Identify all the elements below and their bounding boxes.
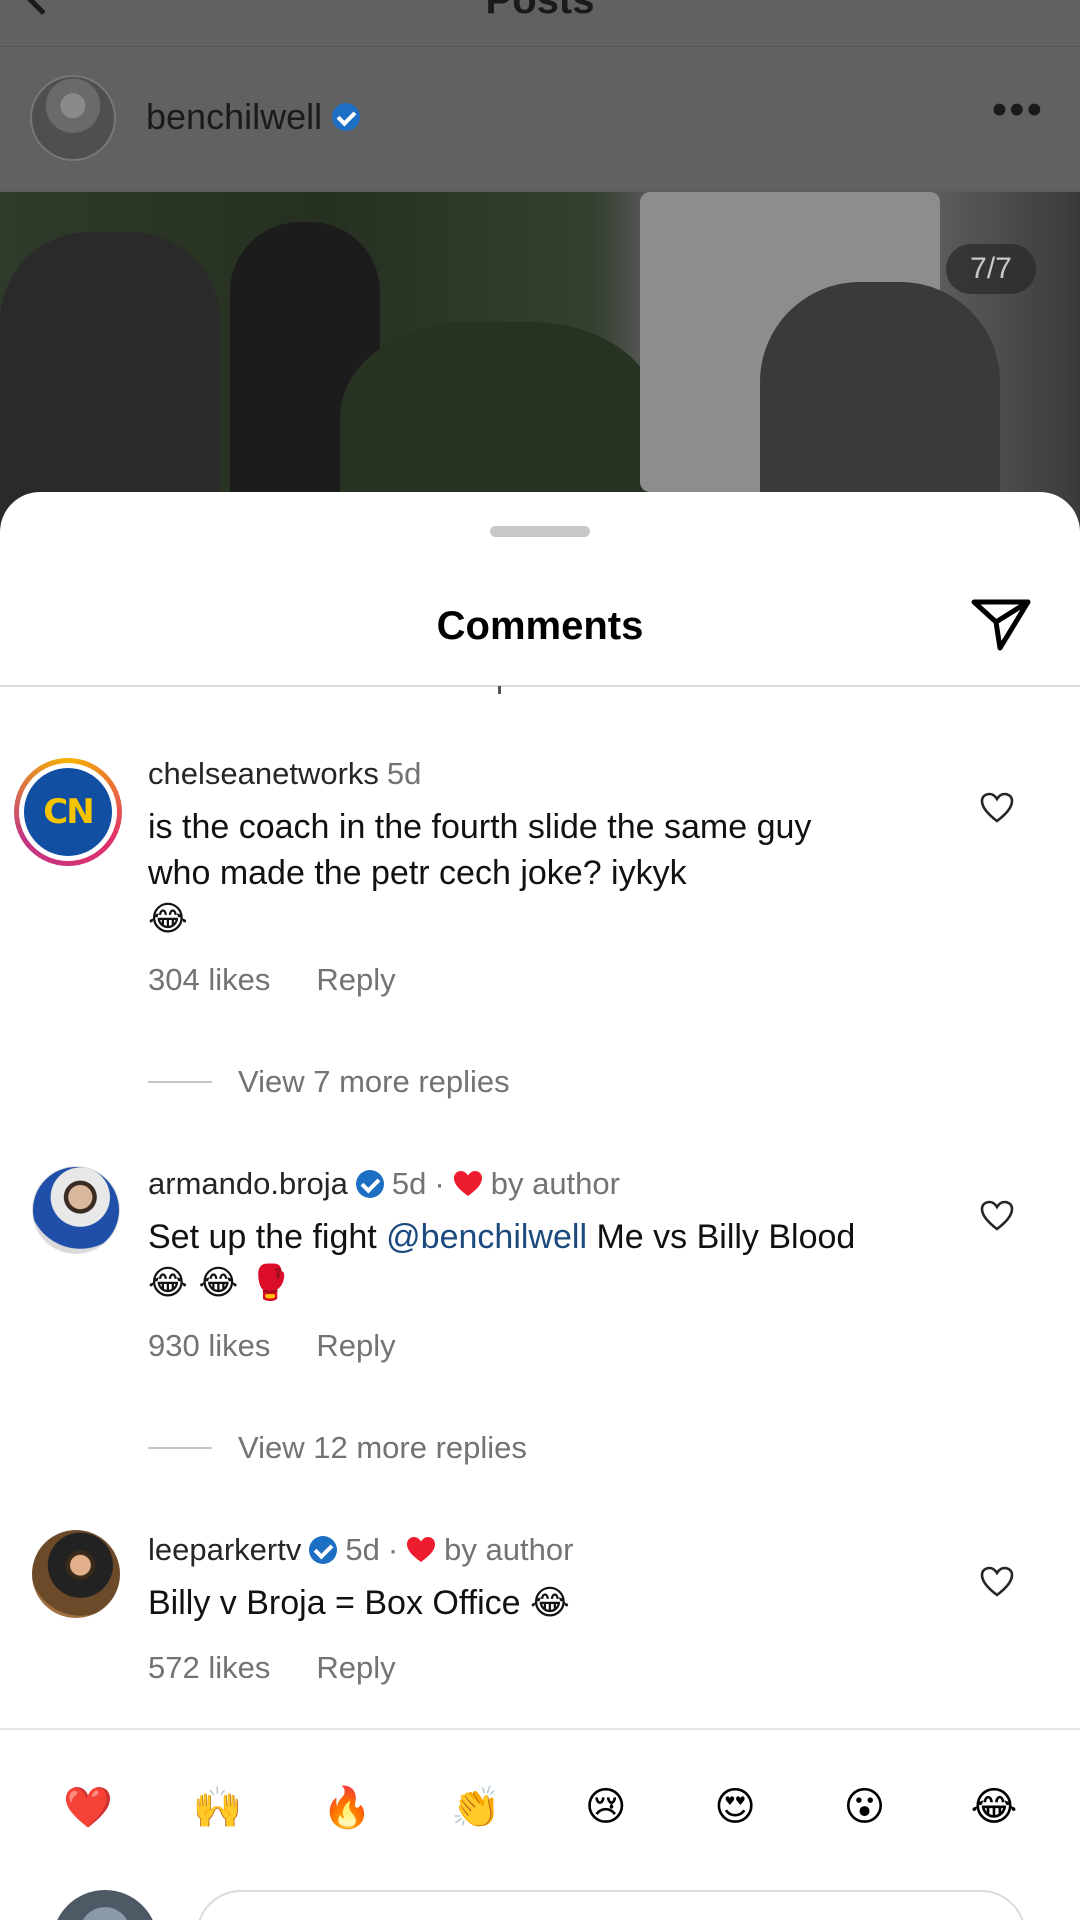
like-heart-icon[interactable] <box>980 1200 1014 1232</box>
likes-count[interactable]: 572 likes <box>148 1650 270 1686</box>
by-author-label: by author <box>444 1532 574 1567</box>
view-replies-button[interactable]: View 12 more replies <box>148 1430 527 1466</box>
post-author-avatar[interactable] <box>30 75 116 161</box>
comment-text: Billy v Broja = Box Office 😂 <box>148 1583 570 1623</box>
likes-count[interactable]: 304 likes <box>148 962 270 998</box>
replies-line <box>148 1447 212 1449</box>
separator-dot: · <box>387 1532 399 1567</box>
reaction-raised-hands-icon[interactable]: 🙌 <box>185 1775 249 1839</box>
mention-link[interactable]: @benchilwell <box>386 1218 587 1256</box>
reaction-crying-icon[interactable]: 😢 <box>574 1775 638 1839</box>
quick-reactions-bar: ❤️ 🙌 🔥 👏 😢 😍 😮 😂 <box>56 1775 1026 1839</box>
author-liked-heart-icon <box>407 1537 436 1562</box>
reaction-laughing-icon[interactable]: 😂 <box>962 1775 1026 1839</box>
commenter-avatar[interactable]: CN <box>14 758 122 866</box>
comment-header: armando.broja 5d · by author <box>148 1166 620 1202</box>
like-heart-icon[interactable] <box>980 1566 1014 1598</box>
likes-count[interactable]: 930 likes <box>148 1328 270 1364</box>
scroll-indicator <box>498 686 501 694</box>
verified-badge-icon <box>309 1536 338 1564</box>
page-title: Posts <box>485 0 595 22</box>
comment-emojis: 😂 😂 🥊 <box>148 1263 292 1303</box>
post-header <box>0 0 1080 190</box>
sheet-divider <box>0 685 1080 687</box>
more-options-icon[interactable]: ••• <box>992 88 1044 132</box>
reaction-clap-icon[interactable]: 👏 <box>444 1775 508 1839</box>
reaction-heart-eyes-icon[interactable]: 😍 <box>703 1775 767 1839</box>
sheet-drag-handle[interactable] <box>490 526 590 537</box>
separator-dot: · <box>434 1166 445 1201</box>
share-icon[interactable] <box>970 596 1032 652</box>
reaction-heart-icon[interactable]: ❤️ <box>56 1775 120 1839</box>
comment-meta: 304 likes Reply <box>148 962 396 998</box>
commenter-avatar[interactable] <box>32 1166 120 1254</box>
replies-line <box>148 1081 212 1083</box>
comment-time: 5d <box>391 1166 427 1201</box>
cn-logo-icon: CN <box>43 792 94 832</box>
emoji-laughing: 😂 <box>148 899 188 939</box>
comment-input[interactable] <box>196 1890 1026 1920</box>
comments-sheet: Comments <box>0 492 1080 1920</box>
verified-badge-icon <box>355 1170 384 1198</box>
header-divider <box>0 46 1080 47</box>
post-background: Posts benchilwell ••• 7/7 <box>0 0 1080 560</box>
comment-header: chelseanetworks 5d <box>148 756 421 792</box>
comment-username[interactable]: armando.broja <box>148 1166 348 1202</box>
comment-time: 5d <box>386 756 422 791</box>
reply-button[interactable]: Reply <box>316 962 395 998</box>
like-heart-icon[interactable] <box>980 792 1014 824</box>
commenter-avatar[interactable] <box>32 1530 120 1618</box>
comment-username[interactable]: leeparkertv <box>148 1532 301 1568</box>
verified-badge-icon <box>332 103 361 131</box>
view-replies-label[interactable]: View 12 more replies <box>238 1430 527 1466</box>
view-replies-label[interactable]: View 7 more replies <box>238 1064 510 1100</box>
sheet-title: Comments <box>436 604 644 648</box>
comment-username[interactable]: chelseanetworks <box>148 756 379 792</box>
emoji-laughing: 😂 <box>530 1583 570 1623</box>
reaction-fire-icon[interactable]: 🔥 <box>315 1775 379 1839</box>
reactions-divider <box>0 1728 1080 1730</box>
comment-header: leeparkertv 5d · by author <box>148 1532 573 1568</box>
reaction-surprised-icon[interactable]: 😮 <box>833 1775 897 1839</box>
post-author[interactable]: benchilwell <box>146 96 361 138</box>
comment-text: is the coach in the fourth slide the sam… <box>148 808 812 939</box>
post-author-username[interactable]: benchilwell <box>146 96 322 138</box>
reply-button[interactable]: Reply <box>316 1650 395 1686</box>
comment-meta: 930 likes Reply <box>148 1328 396 1364</box>
reply-button[interactable]: Reply <box>316 1328 395 1364</box>
author-liked-heart-icon <box>453 1171 482 1196</box>
comment-text: Set up the fight @benchilwell Me vs Bill… <box>148 1218 856 1303</box>
view-replies-button[interactable]: View 7 more replies <box>148 1064 510 1100</box>
comment-time: 5d <box>345 1532 380 1567</box>
comment-meta: 572 likes Reply <box>148 1650 396 1686</box>
by-author-label: by author <box>490 1166 620 1201</box>
slide-indicator: 7/7 <box>946 244 1036 294</box>
